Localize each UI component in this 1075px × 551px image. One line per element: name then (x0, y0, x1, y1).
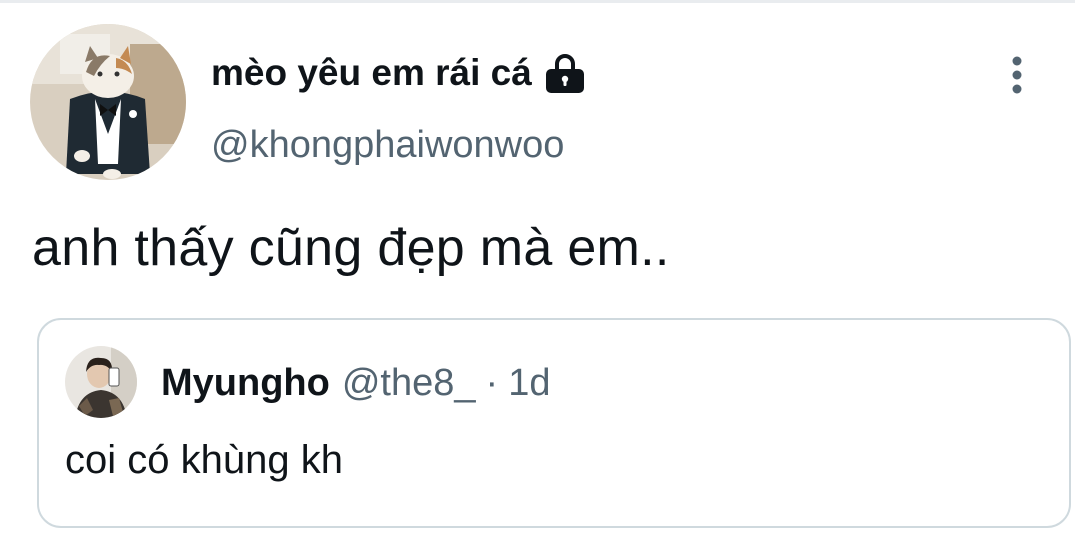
author-name-row: mèo yêu em rái cá (211, 48, 588, 98)
author-avatar[interactable] (30, 24, 186, 180)
separator-dot: · (485, 361, 499, 404)
more-options-button[interactable] (997, 50, 1037, 100)
author-display-name[interactable]: mèo yêu em rái cá (211, 52, 532, 94)
lock-icon (542, 52, 588, 94)
quoted-author-avatar (65, 346, 137, 418)
vertical-ellipsis-icon (1012, 56, 1022, 94)
tweet-text: anh thấy cũng đẹp mà em.. (32, 219, 670, 277)
quoted-timestamp: 1d (508, 361, 551, 404)
top-divider (0, 0, 1075, 3)
cat-avatar-image (30, 24, 186, 180)
quoted-author-name: Myungho (161, 361, 330, 404)
person-avatar-image (65, 346, 137, 418)
quoted-tweet-card[interactable]: Myungho @the8_ · 1d coi có khùng kh (37, 318, 1071, 528)
quoted-tweet-text: coi có khùng kh (65, 438, 343, 482)
quoted-tweet-header: Myungho @the8_ · 1d (161, 358, 550, 408)
quoted-author-handle: @the8_ (341, 361, 476, 404)
author-handle[interactable]: @khongphaiwonwoo (211, 124, 564, 167)
